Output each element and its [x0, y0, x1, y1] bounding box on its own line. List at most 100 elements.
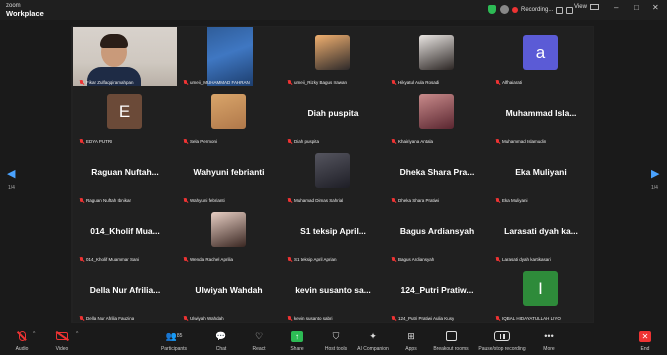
minimize-icon[interactable]: –	[614, 3, 618, 12]
participant-name-text: Fikar Zulfaqqiramahpan	[86, 80, 134, 85]
participant-tile[interactable]: Eka Muliyani Eka Muliyani	[489, 145, 593, 204]
microphone-muted-icon	[183, 80, 188, 85]
participant-tile[interactable]: Larasati dyah ka... Larasati dyah kartika…	[489, 204, 593, 263]
participant-name-text: IQBAL HIDAYATULLAH LIYO	[502, 316, 561, 321]
participant-tile[interactable]: Della Nur Afrilia... Della Nur Afrilia Fa…	[73, 263, 177, 322]
close-icon[interactable]: ✕	[652, 3, 659, 12]
video-label: Video	[55, 346, 69, 352]
microphone-muted-icon	[495, 139, 500, 144]
microphone-muted-icon	[391, 198, 396, 203]
participant-tile[interactable]: Khairiyana Antala	[385, 86, 489, 145]
breakout-rooms-icon	[445, 331, 457, 341]
participant-tile[interactable]: S1 teksip April... S1 teksip April Aprian	[281, 204, 385, 263]
participant-tile[interactable]: Muhammad Isla... Muhammad Islamudin	[489, 86, 593, 145]
participant-name-label: 124_Putri Pratiwi Aulia Kusy	[391, 316, 454, 321]
participant-name-label: Fikar Zulfaqqiramahpan	[79, 80, 134, 85]
participant-display-name: Della Nur Afrilia...	[89, 285, 161, 295]
microphone-muted-icon	[183, 316, 188, 321]
microphone-muted-icon	[391, 316, 396, 321]
participant-video	[73, 27, 177, 86]
share-screen-icon: ↑	[291, 330, 303, 342]
profile-photo	[315, 35, 350, 70]
participant-tile[interactable]: Hikyatul Aula Rosadi	[385, 27, 489, 86]
microphone-muted-icon	[391, 80, 396, 85]
participant-tile[interactable]: I IQBAL HIDAYATULLAH LIYO	[489, 263, 593, 322]
participant-name-text: Dheka Shara Pratiwi	[398, 198, 440, 203]
participant-name-text: Muhammad Islamudin	[502, 139, 547, 144]
microphone-muted-icon	[495, 80, 500, 85]
participant-tile[interactable]: Fikar Zulfaqqiramahpan	[73, 27, 177, 86]
video-options-caret-icon[interactable]: ^	[76, 331, 78, 337]
participant-display-name: Bagus Ardiansyah	[399, 226, 475, 236]
participant-name-label: Wahyuni febrianti	[183, 198, 225, 203]
share-label: Share	[290, 346, 304, 352]
participant-tile[interactable]: 014_Kholif Mua... 014_Kholif Muammar Sani	[73, 204, 177, 263]
next-page-indicator: 1/4	[651, 185, 658, 191]
microphone-muted-icon	[287, 198, 292, 203]
microphone-muted-icon	[495, 257, 500, 262]
participant-name-label: Dheka Shara Pratiwi	[391, 198, 439, 203]
participant-tile[interactable]: E EDYA PUTRI	[73, 86, 177, 145]
participant-tile[interactable]: umeii_Rizky Bagus Irawan	[281, 27, 385, 86]
participant-tile[interactable]: Dheka Shara Pra... Dheka Shara Pratiwi	[385, 145, 489, 204]
participant-tile[interactable]: Muhamad Dimas Sahrial	[281, 145, 385, 204]
next-page-arrow-icon[interactable]: ▶	[651, 167, 659, 180]
participant-tile[interactable]: umeii_MUHAMMAD FAHRAN	[177, 27, 281, 86]
participant-tile[interactable]: Wenda Rachel Aprilia	[177, 204, 281, 263]
microphone-muted-icon	[183, 139, 188, 144]
participant-name-text: umeii_MUHAMMAD FAHRAN	[190, 80, 250, 85]
recording-indicator[interactable]: Recording...	[512, 4, 574, 16]
profile-photo	[419, 94, 454, 129]
participant-video	[207, 27, 253, 86]
participant-tile[interactable]: Ulwiyah Wahdah Ulwiyah Wahdah	[177, 263, 281, 322]
participant-display-name: Diah puspita	[307, 108, 359, 118]
stop-icon[interactable]	[566, 6, 574, 14]
view-button[interactable]: View	[574, 4, 599, 10]
microphone-muted-icon	[391, 139, 396, 144]
participant-display-name: Eka Muliyani	[515, 167, 567, 177]
participant-name-label: Sela Permoni	[183, 139, 217, 144]
microphone-muted-icon	[183, 257, 188, 262]
participant-tile[interactable]: 124_Putri Pratiw... 124_Putri Pratiwi Aul…	[385, 263, 489, 322]
participants-count: 85	[176, 333, 183, 339]
participant-name-label: Hikyatul Aula Rosadi	[391, 80, 439, 85]
video-button[interactable]: Video	[32, 330, 92, 352]
microphone-muted-icon	[287, 80, 292, 85]
participant-name-label: Eka Muliyani	[495, 198, 528, 203]
pause-stop-icon	[494, 331, 510, 341]
avatar[interactable]	[500, 5, 509, 14]
participant-name-label: Alfhaiarati	[495, 80, 522, 85]
participant-tile[interactable]: Wahyuni febrianti Wahyuni febrianti	[177, 145, 281, 204]
participant-tile[interactable]: Bagus Ardiansyah Bagus Ardiansyah	[385, 204, 489, 263]
participant-tile[interactable]: kevin susanto sa... kevin susanto sabri	[281, 263, 385, 322]
microphone-muted-icon	[79, 139, 84, 144]
react-label: React	[252, 346, 266, 352]
participant-tile[interactable]: a Alfhaiarati	[489, 27, 593, 86]
participant-name-text: Della Nur Afrilia Fauzina	[86, 316, 135, 321]
participant-gallery: Fikar Zulfaqqiramahpan umeii_MUHAMMAD FAH…	[71, 26, 594, 323]
end-button[interactable]: ✕ End	[615, 330, 667, 352]
maximize-icon[interactable]: □	[634, 3, 639, 12]
microphone-muted-icon	[495, 316, 500, 321]
participant-name-text: S1 teksip April Aprian	[294, 257, 337, 262]
more-button[interactable]: ••• More	[519, 330, 579, 352]
meeting-toolbar: Audio ^ Video ^ 👥 85 Participants 💬 Chat …	[0, 328, 667, 355]
pause-icon[interactable]	[556, 6, 564, 14]
shield-icon[interactable]	[488, 5, 496, 14]
profile-photo	[315, 153, 350, 188]
view-label: View	[574, 4, 587, 10]
shield-check-icon: ⛉	[332, 331, 340, 341]
participant-name-text: Diah puspita	[294, 139, 320, 144]
end-call-icon: ✕	[639, 330, 651, 342]
view-grid-icon	[589, 4, 599, 10]
participant-tile[interactable]: Sela Permoni	[177, 86, 281, 145]
participant-tile[interactable]: Raguan Nuftah... Raguan Nuftah Ibnikar	[73, 145, 177, 204]
chat-label: Chat	[215, 346, 227, 352]
participant-name-text: umeii_Rizky Bagus Irawan	[294, 80, 348, 85]
app-brand: zoom Workplace	[6, 2, 44, 18]
participant-tile[interactable]: Diah puspita Diah puspita	[281, 86, 385, 145]
participant-name-text: Wenda Rachel Aprilia	[190, 257, 233, 262]
camera-off-icon	[56, 332, 68, 340]
prev-page-arrow-icon[interactable]: ◀	[7, 167, 15, 180]
participant-name-label: 014_Kholif Muammar Sani	[79, 257, 139, 262]
